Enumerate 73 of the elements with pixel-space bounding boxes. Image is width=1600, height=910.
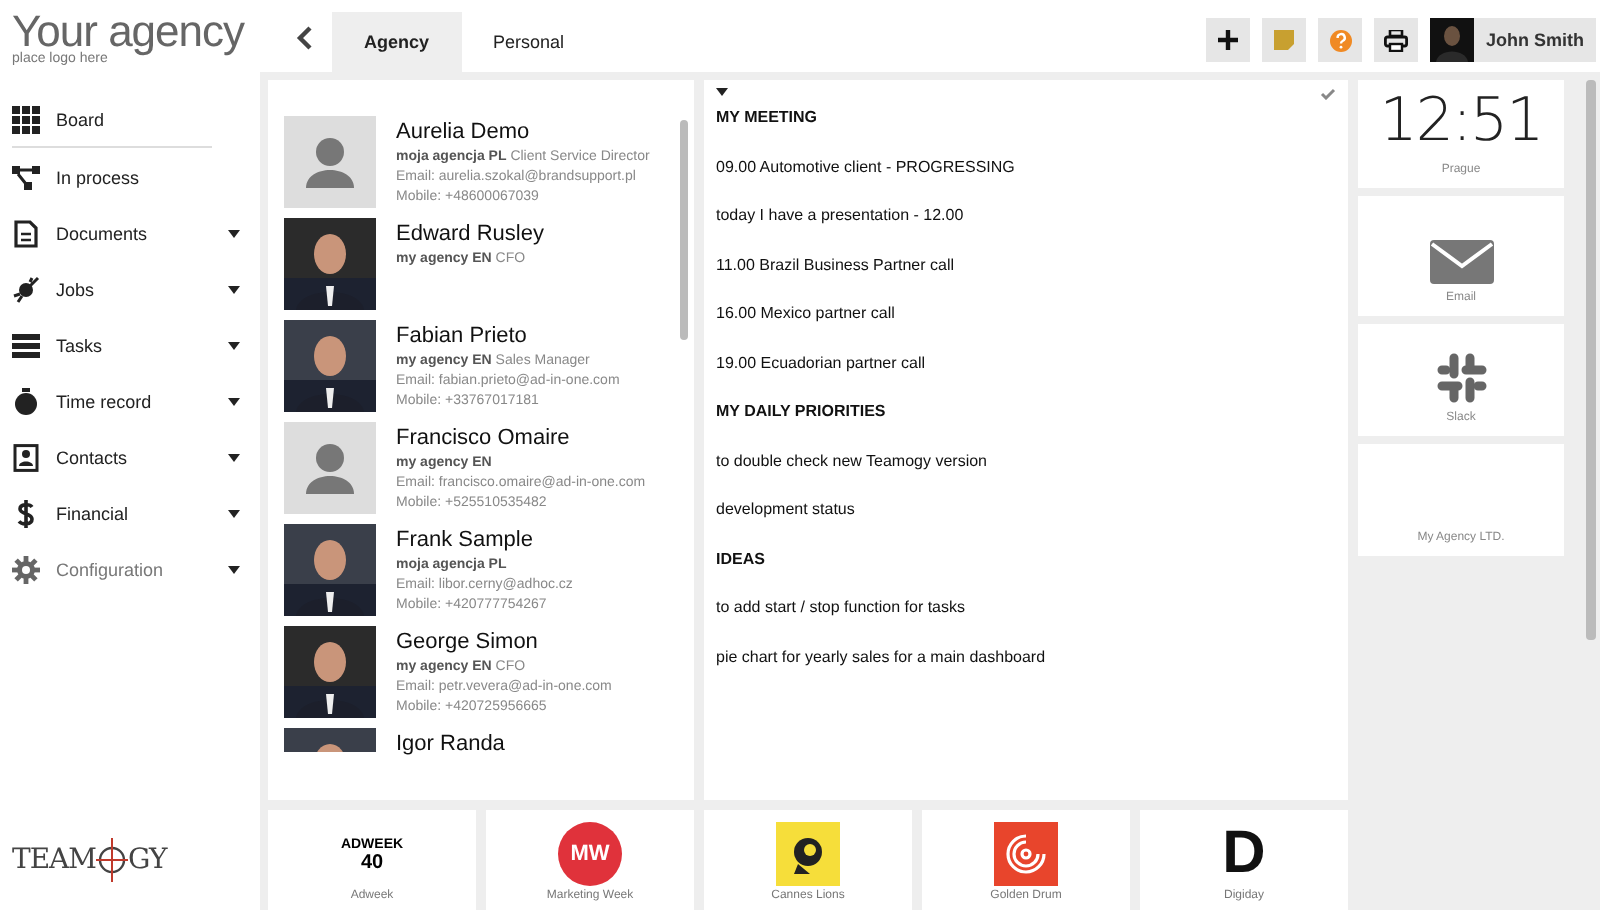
- note-line: 16.00 Mexico partner call: [716, 304, 897, 326]
- contact-card-icon: [12, 444, 40, 472]
- target-logo-icon: [994, 822, 1058, 887]
- note-line: today I have a presentation - 12.00: [716, 206, 966, 228]
- caret-icon: [228, 398, 240, 406]
- envelope-icon: [1429, 240, 1493, 284]
- check-icon[interactable]: [1320, 88, 1336, 100]
- note-line: to add start / stop function for tasks: [716, 598, 968, 620]
- avatar-placeholder-icon: [284, 116, 376, 208]
- sticky-note-icon: [1274, 30, 1294, 50]
- footer-logo-text: TEAM: [12, 844, 97, 876]
- note-line: to double check new Teamogy version: [716, 451, 989, 474]
- note-heading: MY MEETING: [716, 108, 820, 130]
- brand-title: Your agency: [12, 12, 247, 52]
- sidebar-item[interactable]: In process: [12, 150, 260, 206]
- help-button[interactable]: [1318, 18, 1362, 62]
- scrollbar[interactable]: [680, 120, 688, 340]
- footer-logo-text: GY: [128, 844, 167, 876]
- note-line: 09.00 Automotive client - PROGRESSING: [716, 157, 1017, 179]
- caret-icon: [716, 88, 728, 96]
- stopwatch-icon: [12, 388, 40, 416]
- hash-logo-icon: [1435, 352, 1487, 404]
- caret-icon: [228, 286, 240, 294]
- contact-name: Aurelia Demo: [396, 120, 532, 144]
- contact-card[interactable]: Igor Randa: [284, 728, 694, 760]
- clock-time: 12:51: [1379, 86, 1543, 156]
- note-line: pie chart for yearly sales for a main dashboard: [716, 647, 1048, 670]
- sidebar-item[interactable]: Time record: [12, 374, 260, 430]
- caret-icon: [228, 510, 240, 518]
- caret-icon: [228, 566, 240, 574]
- add-button[interactable]: [1206, 18, 1250, 62]
- contact-name: George Simon: [396, 630, 540, 654]
- user-avatar-icon: [1430, 18, 1474, 62]
- grid-icon: [12, 105, 40, 133]
- note-heading: IDEAS: [716, 549, 767, 571]
- sidebar-item[interactable]: Financial: [12, 486, 260, 542]
- sidebar-item[interactable]: Jobs: [12, 262, 260, 318]
- printer-icon: [1384, 29, 1408, 51]
- note-line: development status: [716, 500, 857, 522]
- avatar-placeholder-icon: [284, 422, 376, 514]
- tab[interactable]: Agency: [332, 12, 462, 72]
- crosshair-icon: [96, 838, 129, 882]
- chevron-left-icon: [296, 26, 312, 50]
- scrollbar[interactable]: [1586, 80, 1596, 640]
- note-button[interactable]: [1262, 18, 1306, 62]
- plus-icon: [1218, 30, 1238, 50]
- help-icon: [1329, 29, 1351, 51]
- note-line: 11.00 Brazil Business Partner call: [716, 255, 957, 277]
- lion-logo-icon: [776, 822, 840, 887]
- flow-icon: [12, 164, 40, 192]
- contact-name: Igor Randa: [396, 732, 505, 756]
- sidebar-item[interactable]: Documents: [12, 206, 260, 262]
- magazine-logo: MW: [558, 822, 622, 887]
- note-line: 19.00 Ecuadorian partner call: [716, 353, 928, 376]
- gear-icon: [12, 556, 40, 584]
- sidebar-item[interactable]: Tasks: [12, 318, 260, 374]
- magazine-logo: D: [1222, 822, 1266, 887]
- tasks-icon: [12, 332, 40, 360]
- sidebar-item[interactable]: Board: [12, 92, 212, 148]
- dollar-icon: [12, 500, 40, 528]
- caret-icon: [228, 342, 240, 350]
- rocket-icon: [12, 276, 40, 304]
- caret-icon: [228, 454, 240, 462]
- user-button[interactable]: John Smith: [1430, 18, 1596, 62]
- note-heading: MY DAILY PRIORITIES: [716, 402, 888, 424]
- contact-name: Fabian Prieto: [396, 324, 529, 348]
- contact-name: Edward Rusley: [396, 222, 544, 246]
- document-icon: [12, 220, 40, 248]
- contact-name: Francisco Omaire: [396, 426, 572, 450]
- caret-icon: [228, 230, 240, 238]
- print-button[interactable]: [1374, 18, 1418, 62]
- sidebar-item[interactable]: Contacts: [12, 430, 260, 486]
- contact-name: Frank Sample: [396, 528, 535, 552]
